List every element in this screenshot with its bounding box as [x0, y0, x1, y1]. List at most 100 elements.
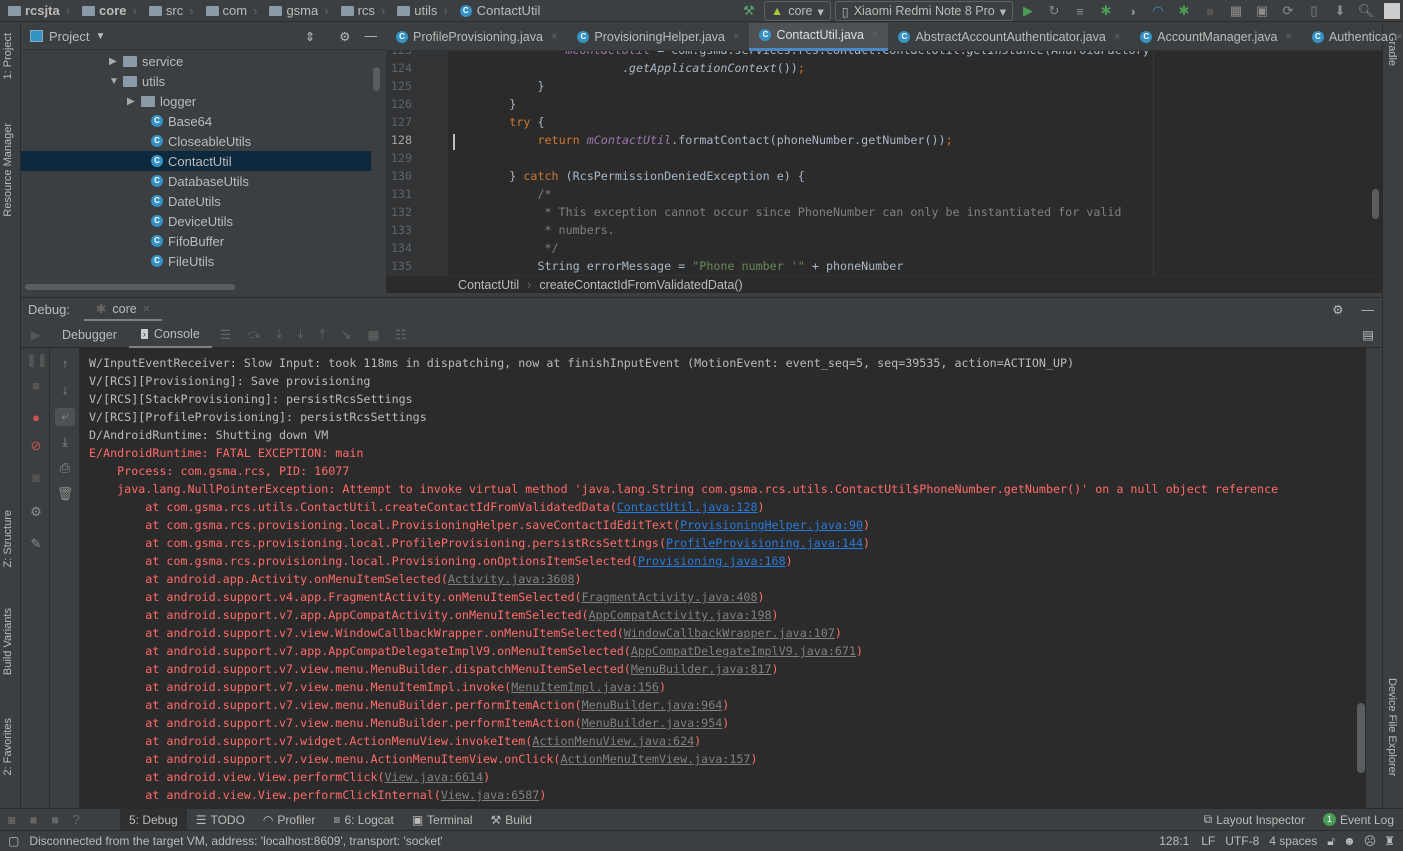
- tree-item[interactable]: C FileUtils: [21, 251, 371, 271]
- avd-manager-icon[interactable]: ▯: [1303, 1, 1325, 21]
- project-view-select[interactable]: Project: [49, 29, 89, 44]
- view-breakpoints-icon[interactable]: ●: [26, 410, 46, 428]
- tree-item[interactable]: C DateUtils: [21, 191, 371, 211]
- nav-crumb[interactable]: utils ›: [389, 3, 451, 18]
- caret-position[interactable]: 128:1: [1159, 834, 1189, 848]
- step-into-icon[interactable]: ⤓: [276, 327, 282, 342]
- stack-trace-link[interactable]: ProvisioningHelper.java:90: [680, 518, 863, 532]
- step-out-icon[interactable]: ⤒: [319, 327, 325, 342]
- tree-item[interactable]: ▶ service: [21, 51, 371, 71]
- mute-breakpoints-icon[interactable]: ⊘: [26, 438, 46, 456]
- stack-trace-link[interactable]: ContactUtil.java:128: [617, 500, 758, 514]
- run-config-select[interactable]: ▲ core ▾: [763, 1, 831, 21]
- close-icon[interactable]: ×: [733, 31, 739, 43]
- stack-trace-link[interactable]: Activity.java:3608: [448, 572, 575, 586]
- stack-trace-link[interactable]: MenuBuilder.java:964: [582, 698, 723, 712]
- stack-trace-link[interactable]: Provisioning.java:168: [638, 554, 786, 568]
- stack-trace-link[interactable]: MenuBuilder.java:817: [631, 662, 772, 676]
- nav-crumb[interactable]: rcsjta ›: [0, 3, 74, 18]
- arrow-up-icon[interactable]: ↑: [55, 356, 75, 374]
- expanded-arrow-icon[interactable]: ▼: [109, 76, 123, 87]
- project-structure-icon[interactable]: ▦: [1225, 1, 1247, 21]
- nav-crumb[interactable]: rcs ›: [333, 3, 390, 18]
- close-icon[interactable]: ×: [872, 29, 878, 41]
- close-icon[interactable]: ×: [551, 31, 557, 43]
- user-avatar[interactable]: [1381, 1, 1403, 21]
- event-log-tab[interactable]: 1 Event Log: [1314, 809, 1403, 831]
- apply-changes-icon[interactable]: ↻: [1043, 1, 1065, 21]
- nav-crumb[interactable]: C ContactUtil: [452, 3, 545, 18]
- nav-crumb[interactable]: core ›: [74, 3, 141, 18]
- bottom-tab[interactable]: 5: Debug: [120, 808, 187, 831]
- threads-icon[interactable]: ☰: [220, 327, 231, 342]
- debug-session-tab[interactable]: ✱ core ×: [83, 299, 163, 321]
- pin-icon[interactable]: ✎: [26, 536, 46, 554]
- collapse-all-icon[interactable]: ⇕: [305, 29, 315, 44]
- coverage-icon[interactable]: ◑: [1121, 1, 1143, 21]
- minimize-icon[interactable]: —: [365, 29, 378, 43]
- editor-tab[interactable]: C AbstractAccountAuthenticator.java ×: [888, 23, 1130, 51]
- terminal-icon[interactable]: ▣: [1251, 1, 1273, 21]
- tree-item[interactable]: C DeviceUtils: [21, 211, 371, 231]
- editor-tab[interactable]: C AccountManager.java ×: [1130, 23, 1302, 51]
- arrow-down-icon[interactable]: ↓: [55, 382, 75, 400]
- bottom-tab[interactable]: ☰ TODO: [187, 809, 254, 831]
- profile-icon[interactable]: ◠: [1147, 1, 1169, 21]
- trace-icon[interactable]: ☷: [395, 327, 406, 342]
- breadcrumb-class[interactable]: ContactUtil: [458, 278, 519, 292]
- tree-item[interactable]: C ContactUtil: [21, 151, 371, 171]
- gear-icon[interactable]: ⚙: [26, 504, 46, 522]
- tree-item[interactable]: C CloseableUtils: [21, 131, 371, 151]
- bottom-tab[interactable]: ⚒ Build: [482, 809, 541, 831]
- layout-inspector-tab[interactable]: ⧉ Layout Inspector: [1195, 809, 1314, 831]
- print-icon[interactable]: ⎙: [55, 460, 75, 478]
- stack-trace-link[interactable]: FragmentActivity.java:408: [582, 590, 758, 604]
- device-select[interactable]: ▯ Xiaomi Redmi Note 8 Pro ▾: [834, 1, 1013, 21]
- editor-scrollbar[interactable]: [1372, 189, 1379, 219]
- gear-icon[interactable]: ⚙: [1332, 302, 1343, 317]
- tab-console[interactable]: › Console: [128, 322, 212, 348]
- close-icon[interactable]: ×: [1114, 31, 1120, 43]
- happy-face-icon[interactable]: ☻: [1343, 834, 1356, 848]
- file-encoding[interactable]: UTF-8: [1225, 834, 1259, 848]
- close-icon[interactable]: ×: [1285, 31, 1291, 43]
- hector-icon[interactable]: ♜: [1384, 834, 1395, 848]
- tool-tab-3[interactable]: Build Variants: [2, 608, 14, 675]
- breadcrumb-method[interactable]: createContactIdFromValidatedData(): [539, 278, 742, 292]
- editor-tab[interactable]: C Authentica ×: [1302, 23, 1403, 51]
- attach-debugger-icon[interactable]: ✱: [1173, 1, 1195, 21]
- tool-tab-right-1[interactable]: Device File Explorer: [1386, 678, 1398, 776]
- stop-icon[interactable]: ■: [1199, 1, 1221, 21]
- stack-trace-link[interactable]: View.java:6587: [441, 788, 540, 802]
- tool-tab-2[interactable]: Z: Structure: [2, 510, 14, 567]
- resume-icon[interactable]: ▶: [21, 327, 50, 342]
- run-icon[interactable]: ▶: [1017, 1, 1039, 21]
- soft-wrap-icon[interactable]: ⤶: [55, 408, 75, 426]
- bottom-tab[interactable]: ◠ Profiler: [254, 809, 325, 831]
- line-separator[interactable]: LF: [1201, 834, 1215, 848]
- run-to-cursor-icon[interactable]: ↘: [341, 327, 351, 342]
- sync-gradle-icon[interactable]: ⟳: [1277, 1, 1299, 21]
- build-hammer-icon[interactable]: ⚒: [738, 1, 760, 21]
- nav-crumb[interactable]: src ›: [141, 3, 198, 18]
- code-editor[interactable]: 123 mContactUtil = com.gsma.services.rcs…: [386, 51, 1382, 275]
- close-icon[interactable]: ×: [143, 302, 150, 316]
- tree-scrollbar[interactable]: [373, 67, 380, 91]
- stack-trace-link[interactable]: MenuBuilder.java:954: [582, 716, 723, 730]
- tab-debugger[interactable]: Debugger: [50, 322, 129, 348]
- editor-tab[interactable]: C ContactUtil.java ×: [749, 22, 889, 51]
- tree-item[interactable]: ▶ logger: [21, 91, 371, 111]
- evaluate-icon[interactable]: ▦: [367, 327, 379, 342]
- tool-tab-4[interactable]: 2: Favorites: [2, 718, 14, 775]
- stack-trace-link[interactable]: ActionMenuItemView.java:157: [560, 752, 750, 766]
- gear-icon[interactable]: ⚙: [339, 29, 350, 44]
- tree-item[interactable]: C FifoBuffer: [21, 231, 371, 251]
- camera-icon[interactable]: ◙: [26, 470, 46, 488]
- stack-trace-link[interactable]: MenuItemImpl.java:156: [511, 680, 659, 694]
- stack-trace-link[interactable]: ActionMenuView.java:624: [532, 734, 694, 748]
- close-icon[interactable]: ×: [1396, 31, 1402, 43]
- tool-tab-1[interactable]: Resource Manager: [2, 123, 14, 217]
- apply-code-changes-icon[interactable]: ≡: [1069, 1, 1091, 21]
- stack-trace-link[interactable]: AppCompatActivity.java:198: [589, 608, 772, 622]
- tool-tab-0[interactable]: 1: Project: [2, 33, 14, 79]
